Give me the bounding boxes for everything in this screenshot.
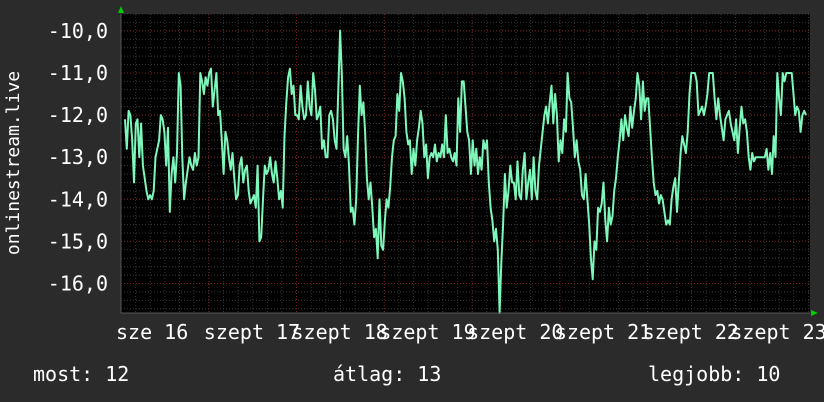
x-tick-label: sze 16 [116,320,188,344]
y-tick-label: -13,0 [48,145,108,169]
x-tick-label: szept 22 [643,320,739,344]
y-tick-label: -16,0 [48,272,108,296]
y-axis-ticks: -10,0 -11,0 -12,0 -13,0 -14,0 -15,0 -16,0 [48,19,108,296]
x-tick-label: szept 21 [555,320,651,344]
y-tick-label: -14,0 [48,187,108,211]
x-axis-arrow [811,310,818,316]
current-value: most: 12 [33,362,130,386]
chart: -10,0 -11,0 -12,0 -13,0 -14,0 -15,0 -16,0 sze … [3,6,824,344]
average-value: átlag: 13 [333,362,442,386]
y-axis-label: onlinestream.live [3,71,24,255]
y-tick-label: -11,0 [48,61,108,85]
x-tick-label: szept 17 [204,320,300,344]
x-tick-label: szept 19 [379,320,475,344]
x-tick-label: szept 20 [467,320,563,344]
y-tick-label: -15,0 [48,229,108,253]
y-tick-label: -12,0 [48,103,108,127]
x-tick-label: szept 18 [292,320,388,344]
y-axis-arrow [118,6,124,13]
y-tick-label: -10,0 [48,19,108,43]
best-value: legjobb: 10 [648,362,781,386]
x-axis-ticks: sze 16 szept 17szept 18szept 19szept 20sz… [116,320,824,344]
x-tick-label: szept 23 [730,320,824,344]
